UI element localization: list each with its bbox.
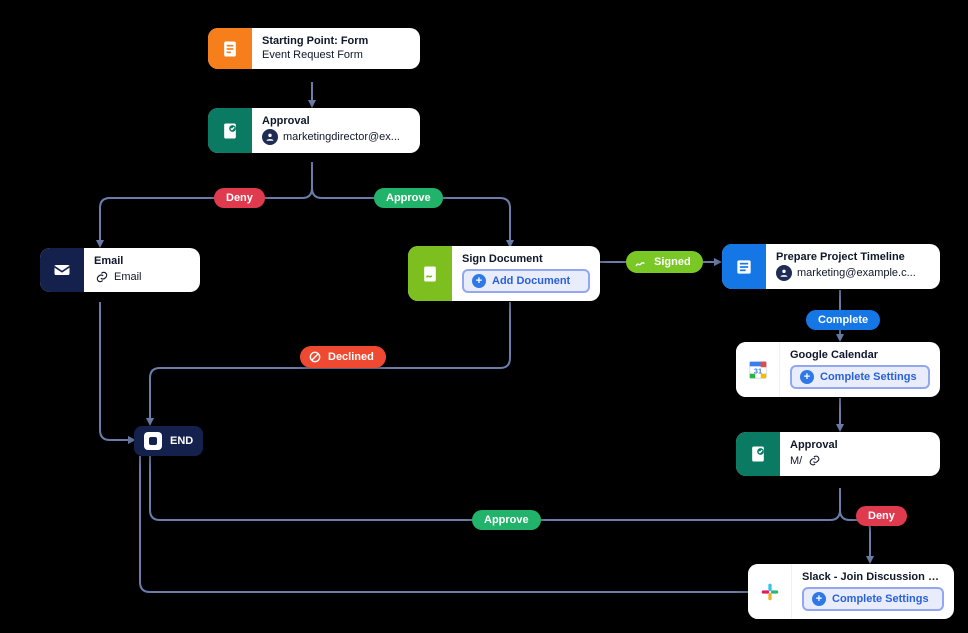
- node-approval-2-title: Approval: [790, 439, 930, 451]
- node-end[interactable]: END: [134, 426, 203, 456]
- pill-signed: Signed: [626, 251, 703, 273]
- node-email-sub: Email: [94, 269, 190, 284]
- link-icon: [807, 453, 822, 468]
- node-prepare-title: Prepare Project Timeline: [776, 251, 930, 263]
- node-start[interactable]: Starting Point: Form Event Request Form: [208, 28, 420, 69]
- node-slack[interactable]: Slack - Join Discussion Grou... + Comple…: [748, 564, 954, 619]
- node-email-title: Email: [94, 255, 190, 267]
- pill-deny-1: Deny: [214, 188, 265, 208]
- link-icon: [94, 269, 109, 284]
- prohibit-icon: [308, 350, 322, 364]
- plus-icon: +: [812, 592, 826, 606]
- stop-icon: [144, 432, 162, 450]
- node-sign-document[interactable]: Sign Document + Add Document: [408, 246, 600, 301]
- sign-icon: [408, 246, 452, 301]
- node-approval-2[interactable]: Approval M/: [736, 432, 940, 476]
- approval-icon: [208, 108, 252, 153]
- node-start-sub: Event Request Form: [262, 49, 410, 61]
- node-approval-2-sub: M/: [790, 453, 930, 468]
- email-icon: [40, 248, 84, 292]
- approval-icon: [736, 432, 780, 476]
- node-start-title: Starting Point: Form: [262, 35, 410, 47]
- node-prepare-sub: marketing@example.c...: [776, 265, 930, 281]
- person-icon: [776, 265, 792, 281]
- node-gcal-title: Google Calendar: [790, 349, 930, 361]
- node-prepare-timeline[interactable]: Prepare Project Timeline marketing@examp…: [722, 244, 940, 289]
- add-document-button[interactable]: + Add Document: [462, 269, 590, 293]
- pill-approve-1: Approve: [374, 188, 443, 208]
- gcal-complete-settings-button[interactable]: + Complete Settings: [790, 365, 930, 389]
- svg-text:31: 31: [753, 366, 761, 375]
- plus-icon: +: [800, 370, 814, 384]
- node-slack-title: Slack - Join Discussion Grou...: [802, 571, 944, 583]
- node-google-calendar[interactable]: 31 Google Calendar + Complete Settings: [736, 342, 940, 397]
- node-approval-1-sub: marketingdirector@ex...: [262, 129, 410, 145]
- signature-icon: [634, 255, 648, 269]
- plus-icon: +: [472, 274, 486, 288]
- google-calendar-icon: 31: [736, 342, 780, 397]
- node-approval-1[interactable]: Approval marketingdirector@ex...: [208, 108, 420, 153]
- node-approval-1-title: Approval: [262, 115, 410, 127]
- list-icon: [722, 244, 766, 289]
- form-icon: [208, 28, 252, 69]
- pill-declined: Declined: [300, 346, 386, 368]
- person-icon: [262, 129, 278, 145]
- node-email[interactable]: Email Email: [40, 248, 200, 292]
- slack-complete-settings-button[interactable]: + Complete Settings: [802, 587, 944, 611]
- pill-deny-2: Deny: [856, 506, 907, 526]
- pill-complete: Complete: [806, 310, 880, 330]
- end-label: END: [170, 435, 193, 447]
- pill-approve-2: Approve: [472, 510, 541, 530]
- slack-icon: [748, 564, 792, 619]
- node-sign-title: Sign Document: [462, 253, 590, 265]
